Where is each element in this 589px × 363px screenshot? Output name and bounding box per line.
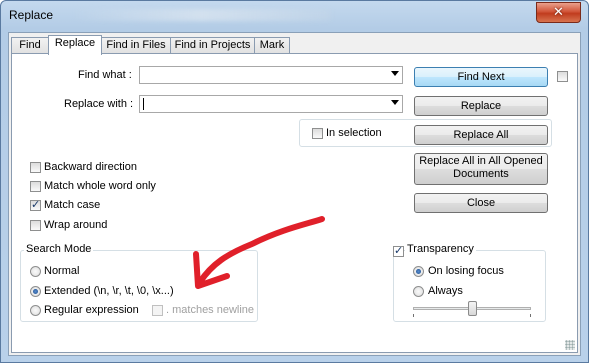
tab-replace[interactable]: Replace — [48, 35, 102, 55]
title-bar-background-blur — [71, 9, 331, 21]
tab-find[interactable]: Find — [11, 37, 49, 54]
resize-grip-icon[interactable] — [565, 340, 575, 350]
window-title: Replace — [9, 8, 54, 22]
tab-find-in-files[interactable]: Find in Files — [101, 37, 171, 54]
red-arrow-annotation — [193, 216, 325, 289]
close-window-button[interactable]: ✕ — [536, 2, 581, 23]
dialog-client-area: Find Replace Find in Files Find in Proje… — [8, 32, 581, 356]
tab-mark[interactable]: Mark — [254, 37, 290, 54]
tab-find-in-projects[interactable]: Find in Projects — [170, 37, 255, 54]
annotation-arrow-shaft — [197, 216, 325, 285]
title-bar[interactable]: Replace ✕ — [1, 1, 588, 31]
replace-dialog: Replace ✕ Find Replace Find in Files Fin… — [0, 0, 589, 363]
replace-tab-panel: Find what : Replace with : Find Next Rep… — [11, 53, 578, 353]
